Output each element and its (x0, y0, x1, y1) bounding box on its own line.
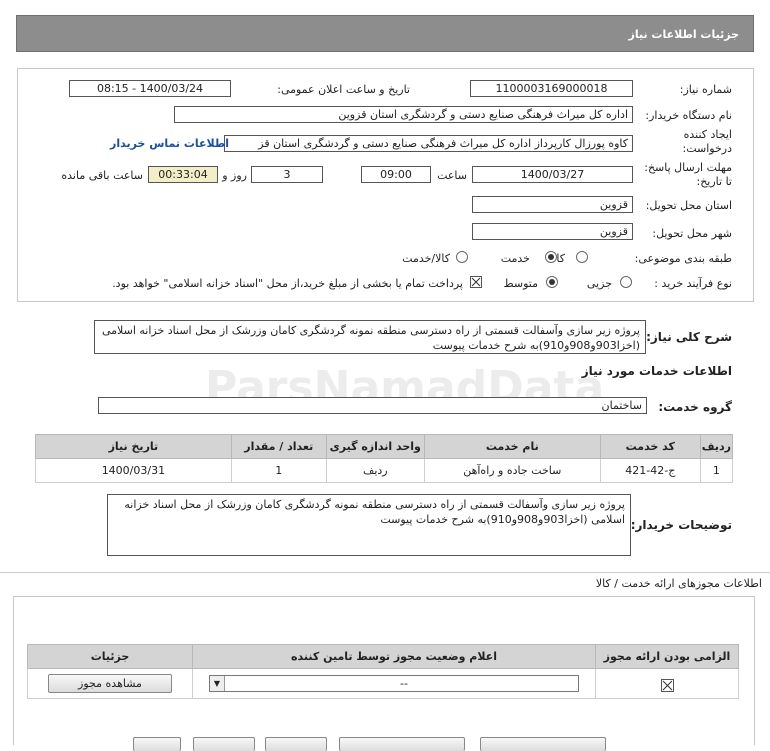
creator-label: ایجاد کننده درخواست: (682, 128, 732, 155)
permits-table: الزامی بودن ارائه مجوز اعلام وضعیت مجوز … (27, 644, 739, 699)
buyer-label: نام دستگاه خریدار: (645, 109, 732, 122)
deadline-label: مهلت ارسال پاسخ: تا تاریخ: (644, 161, 732, 188)
page-title: جزئیات اطلاعات نیاز (628, 28, 740, 41)
remaining-time-label: ساعت باقی مانده (61, 169, 143, 182)
category-label: طبقه بندی موضوعی: (634, 252, 732, 265)
service-group-label: گروه خدمت: (658, 400, 732, 414)
col-permit-status: اعلام وضعیت مجوز توسط تامین کننده (192, 644, 596, 669)
bottom-button-2[interactable] (193, 737, 255, 751)
process-option-medium: متوسط (503, 277, 538, 290)
city-field: قزوین (472, 223, 633, 240)
chevron-down-icon: ▼ (210, 676, 225, 691)
col-service-code: کد خدمت (599, 434, 701, 459)
category-option-goods-service: کالا/خدمت (402, 252, 450, 265)
checkbox-cross-icon (471, 277, 481, 287)
summary-text: پروژه زیر سازی وآسفالت قسمتی از راه دستر… (94, 320, 646, 354)
deadline-date-field: 1400/03/27 (472, 166, 633, 183)
contact-buyer-link[interactable]: اطلاعات تماس خریدار (110, 137, 229, 150)
category-option-service: خدمت (500, 252, 530, 265)
city-label: شهر محل تحویل: (652, 227, 732, 240)
cell-service-name: ساخت جاده و راه‌آهن (423, 458, 601, 483)
section-divider (0, 572, 770, 573)
process-label: نوع فرآیند خرید : (654, 277, 732, 290)
deadline-time-label: ساعت (437, 169, 467, 182)
province-field: قزوین (472, 196, 633, 213)
need-number-field: 1100003169000018 (470, 80, 633, 97)
announce-field: 1400/03/24 - 08:15 (69, 80, 231, 97)
province-label: استان محل تحویل: (645, 199, 732, 212)
page-header: جزئیات اطلاعات نیاز (16, 15, 754, 52)
bottom-button-3[interactable] (265, 737, 327, 751)
process-radio-minor[interactable] (620, 276, 632, 288)
process-radio-medium[interactable] (546, 276, 558, 288)
deadline-time-field: 09:00 (361, 166, 431, 183)
col-permit-required: الزامی بودن ارائه مجوز (595, 644, 739, 669)
view-permit-button[interactable]: مشاهده مجوز (48, 674, 172, 693)
buyer-notes-text: پروژه زیر سازی وآسفالت قسمتی از راه دستر… (107, 494, 631, 556)
days-field: 3 (251, 166, 323, 183)
announce-label: تاریخ و ساعت اعلان عمومی: (277, 83, 410, 96)
remaining-time-field: 00:33:04 (148, 166, 218, 183)
bottom-button-1[interactable] (133, 737, 181, 751)
permit-status-selected: -- (400, 677, 408, 690)
col-quantity: تعداد / مقدار (230, 434, 327, 459)
cell-service-code: ج-42-421 (599, 458, 701, 483)
col-unit: واحد اندازه گیری (325, 434, 425, 459)
checkbox-cross-icon (662, 680, 672, 691)
cell-row-number: 1 (699, 458, 734, 483)
cell-need-date: 1400/03/31 (35, 458, 232, 483)
process-option-minor: جزیی (586, 277, 612, 290)
col-service-name: نام خدمت (423, 434, 601, 459)
services-section-title: اطلاعات خدمات مورد نیاز (581, 364, 732, 378)
buyer-notes-label: توضیحات خریدار: (630, 518, 732, 532)
cell-unit: ردیف (325, 458, 425, 483)
cell-quantity: 1 (230, 458, 327, 483)
col-need-date: تاریخ نیاز (35, 434, 232, 459)
table-row: 1 ج-42-421 ساخت جاده و راه‌آهن ردیف 1 14… (35, 458, 734, 483)
table-row: -- ▼ مشاهده مجوز (27, 668, 739, 699)
bottom-button-4[interactable] (339, 737, 465, 751)
creator-field: کاوه پورزال کارپرداز اداره کل میراث فرهن… (224, 135, 633, 152)
payment-note: پرداخت تمام یا بخشی از مبلغ خرید،از محل … (112, 277, 463, 290)
cell-permit-required (595, 668, 739, 699)
col-permit-details: جزئیات (27, 644, 193, 669)
bottom-button-5[interactable] (480, 737, 606, 751)
days-label: روز و (222, 169, 247, 182)
col-row-number: ردیف (699, 434, 734, 459)
category-radio-goods-service[interactable] (456, 251, 468, 263)
category-radio-service[interactable] (545, 251, 557, 263)
treasury-payment-checkbox[interactable] (470, 276, 482, 288)
cell-permit-status: -- ▼ (192, 668, 596, 699)
service-group-field: ساختمان (98, 397, 647, 414)
permits-section-title: اطلاعات مجوزهای ارائه خدمت / کالا (595, 577, 762, 590)
services-table: ردیف کد خدمت نام خدمت واحد اندازه گیری ت… (35, 434, 734, 483)
need-number-label: شماره نیاز: (679, 83, 732, 96)
category-radio-goods[interactable] (576, 251, 588, 263)
buyer-field: اداره کل میراث فرهنگی صنایع دستی و گردشگ… (174, 106, 633, 123)
permit-required-checkbox[interactable] (660, 679, 674, 693)
permit-status-select[interactable]: -- ▼ (209, 675, 579, 692)
summary-label: شرح کلی نیاز: (646, 330, 732, 344)
cell-permit-details: مشاهده مجوز (27, 668, 193, 699)
